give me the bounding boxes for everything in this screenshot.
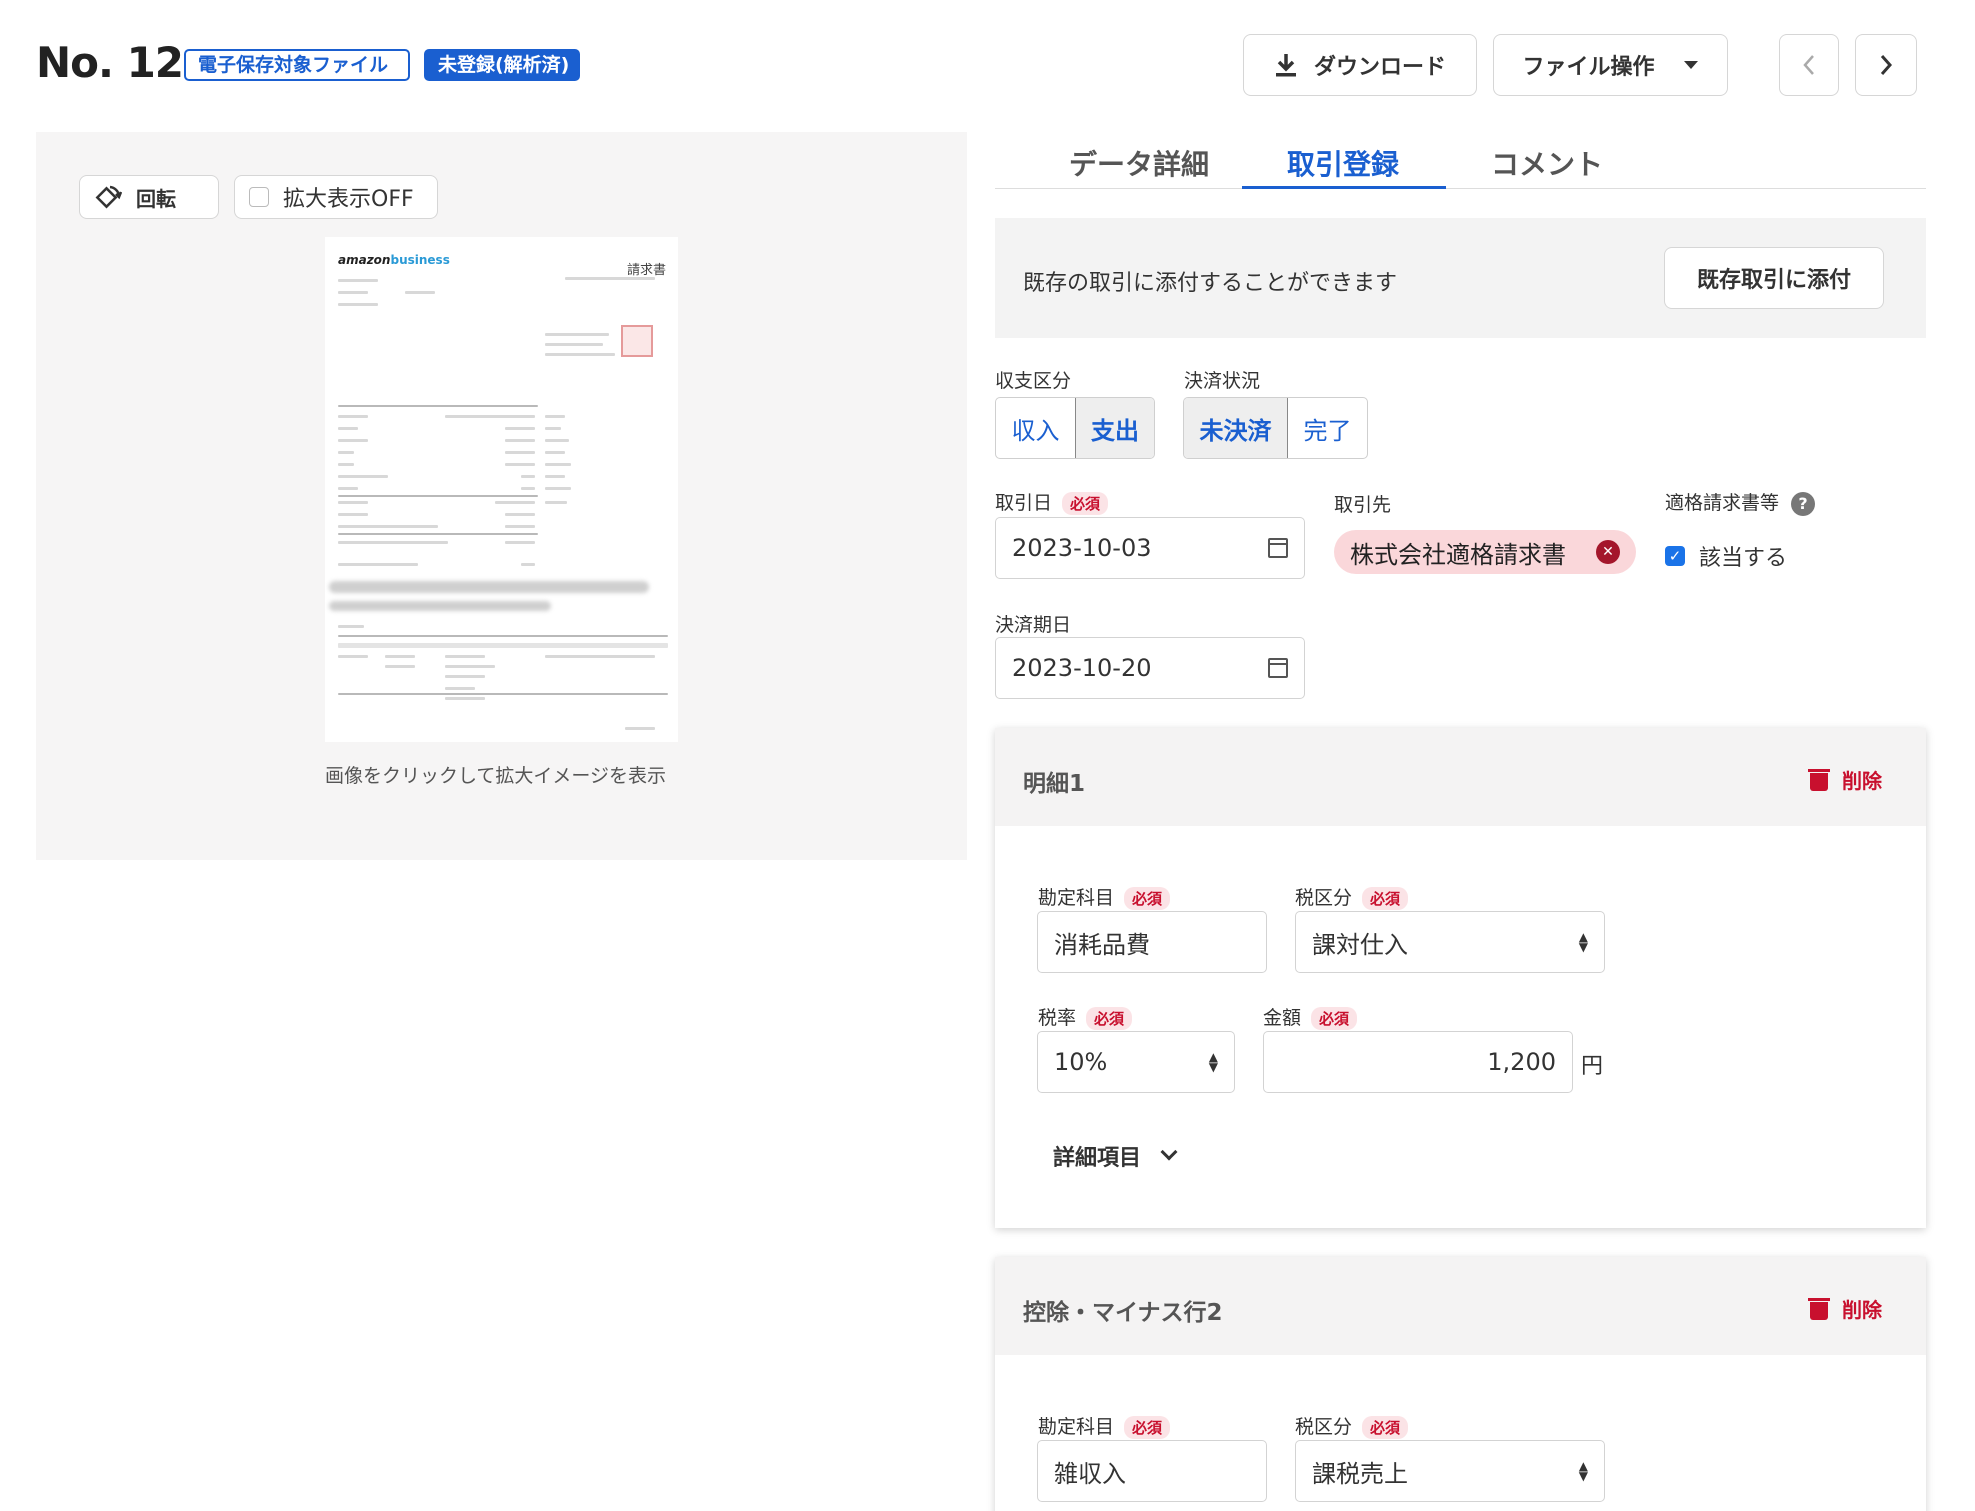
caret-down-icon bbox=[1683, 61, 1698, 69]
tab-data-details[interactable]: データ詳細 bbox=[1069, 143, 1209, 183]
transaction-date-input[interactable]: 2023-10-03 bbox=[995, 517, 1305, 579]
rotate-button[interactable]: 回転 bbox=[79, 175, 219, 219]
account-input[interactable]: 消耗品費 bbox=[1037, 911, 1267, 973]
status-badge: 未登録(解析済) bbox=[424, 49, 580, 81]
chevron-right-icon bbox=[1880, 55, 1893, 75]
zoom-label: 拡大表示OFF bbox=[283, 187, 414, 212]
chevron-left-icon bbox=[1803, 55, 1814, 75]
deduction-line-card: 控除・マイナス行2 削除 勘定科目 必須 雑収入 税区分 必須 課税売上 ▲ ▼ bbox=[995, 1257, 1926, 1511]
required-badge: 必須 bbox=[1362, 887, 1409, 910]
account-value: 雑収入 bbox=[1054, 1459, 1126, 1488]
help-icon[interactable]: ? bbox=[1791, 491, 1816, 516]
line-item-title: 明細1 bbox=[1023, 771, 1086, 797]
page-title: No. 12 bbox=[36, 38, 184, 87]
amount-input[interactable]: 1,200 bbox=[1263, 1031, 1573, 1093]
partner-chip[interactable]: 株式会社適格請求書 ✕ bbox=[1334, 530, 1636, 574]
status-done-option[interactable]: 完了 bbox=[1288, 398, 1367, 458]
next-file-button[interactable] bbox=[1855, 34, 1917, 96]
select-arrows-icon: ▲ ▼ bbox=[1208, 1050, 1218, 1074]
account-input[interactable]: 雑収入 bbox=[1037, 1440, 1267, 1502]
electronic-storage-badge: 電子保存対象ファイル bbox=[184, 49, 410, 81]
tax-category-value: 課対仕入 bbox=[1312, 930, 1408, 959]
invoice-checkbox-row[interactable]: ✓ 該当する bbox=[1665, 540, 1787, 572]
previous-file-button[interactable] bbox=[1779, 34, 1839, 96]
invoice-checkbox[interactable]: ✓ bbox=[1665, 546, 1685, 566]
required-badge: 必須 bbox=[1062, 492, 1109, 515]
required-badge: 必須 bbox=[1124, 1416, 1171, 1439]
line-item-header bbox=[995, 728, 1926, 826]
tab-transaction-registration[interactable]: 取引登録 bbox=[1287, 143, 1399, 183]
account-label: 勘定科目 必須 bbox=[1038, 883, 1171, 910]
required-badge: 必須 bbox=[1311, 1007, 1358, 1030]
status-unpaid-option[interactable]: 未決済 bbox=[1184, 398, 1288, 458]
tax-category-select[interactable]: 課対仕入 ▲ ▼ bbox=[1295, 911, 1605, 973]
kind-income-option[interactable]: 収入 bbox=[996, 398, 1075, 458]
amount-label: 金額 必須 bbox=[1263, 1003, 1358, 1030]
delete-line-item-button[interactable]: 削除 bbox=[1808, 1294, 1882, 1323]
line-item-card: 明細1 削除 勘定科目 必須 消耗品費 税区分 必須 課対仕入 ▲ ▼ 税率 必須 10… bbox=[995, 728, 1926, 1228]
tax-rate-select[interactable]: 10% ▲ ▼ bbox=[1037, 1031, 1235, 1093]
trash-icon bbox=[1808, 1297, 1830, 1320]
file-operations-label: ファイル操作 bbox=[1522, 55, 1655, 80]
tax-category-value: 課税売上 bbox=[1312, 1459, 1408, 1488]
rotate-label: 回転 bbox=[136, 186, 176, 211]
file-operations-dropdown[interactable]: ファイル操作 bbox=[1493, 34, 1728, 96]
remove-partner-icon[interactable]: ✕ bbox=[1596, 540, 1620, 564]
tab-comments[interactable]: コメント bbox=[1491, 143, 1603, 183]
download-icon bbox=[1275, 54, 1296, 77]
tax-rate-label: 税率 必須 bbox=[1038, 1003, 1133, 1030]
account-value: 消耗品費 bbox=[1054, 930, 1150, 959]
preview-caption: 画像をクリックして拡大イメージを表示 bbox=[325, 765, 667, 787]
required-badge: 必須 bbox=[1086, 1007, 1133, 1030]
line-item-title: 控除・マイナス行2 bbox=[1023, 1300, 1223, 1326]
invoice-label: 適格請求書等? bbox=[1665, 488, 1816, 516]
document-logo: amazonbusiness bbox=[338, 253, 450, 267]
detail-items-label: 詳細項目 bbox=[1053, 1146, 1142, 1171]
invoice-thumbnail[interactable]: amazonbusiness 請求書 bbox=[325, 237, 678, 742]
amount-value: 1,200 bbox=[1487, 1048, 1556, 1076]
partner-value: 株式会社適格請求書 bbox=[1350, 540, 1566, 569]
required-badge: 必須 bbox=[1124, 887, 1171, 910]
delete-label: 削除 bbox=[1842, 1298, 1882, 1322]
calendar-icon[interactable] bbox=[1268, 658, 1288, 678]
rotate-icon bbox=[95, 185, 122, 209]
zoom-checkbox[interactable] bbox=[249, 187, 269, 207]
status-segmented-control[interactable]: 未決済 完了 bbox=[1183, 397, 1368, 459]
partner-label: 取引先 bbox=[1334, 494, 1392, 516]
status-label: 決済状況 bbox=[1184, 370, 1261, 392]
select-arrows-icon: ▲ ▼ bbox=[1578, 930, 1588, 954]
attach-description: 既存の取引に添付することができます bbox=[1023, 271, 1398, 296]
transaction-date-label: 取引日 必須 bbox=[995, 488, 1109, 515]
due-date-input[interactable]: 2023-10-20 bbox=[995, 637, 1305, 699]
due-date-value: 2023-10-20 bbox=[1012, 654, 1152, 682]
chevron-down-icon bbox=[1160, 1143, 1178, 1161]
delete-line-item-button[interactable]: 削除 bbox=[1808, 765, 1882, 794]
kind-segmented-control[interactable]: 収入 支出 bbox=[995, 397, 1155, 459]
tax-category-label: 税区分 必須 bbox=[1295, 883, 1409, 910]
currency-unit: 円 bbox=[1581, 1054, 1604, 1079]
trash-icon bbox=[1808, 768, 1830, 791]
select-arrows-icon: ▲ ▼ bbox=[1578, 1459, 1588, 1483]
zoom-toggle[interactable]: 拡大表示OFF bbox=[234, 175, 438, 219]
kind-expense-option[interactable]: 支出 bbox=[1075, 398, 1154, 458]
tax-category-label: 税区分 必須 bbox=[1295, 1412, 1409, 1439]
tab-divider bbox=[995, 188, 1926, 189]
delete-label: 削除 bbox=[1842, 769, 1882, 793]
transaction-date-value: 2023-10-03 bbox=[1012, 534, 1152, 562]
invoice-checkbox-label: 該当する bbox=[1699, 546, 1788, 571]
calendar-icon[interactable] bbox=[1268, 538, 1288, 558]
tax-rate-value: 10% bbox=[1054, 1048, 1108, 1076]
download-label: ダウンロード bbox=[1313, 55, 1446, 80]
tax-category-select[interactable]: 課税売上 ▲ ▼ bbox=[1295, 1440, 1605, 1502]
kind-label: 収支区分 bbox=[995, 370, 1072, 392]
document-heading: 請求書 bbox=[626, 263, 666, 278]
active-tab-indicator bbox=[1242, 186, 1446, 189]
detail-items-toggle[interactable]: 詳細項目 bbox=[1053, 1140, 1178, 1172]
download-button[interactable]: ダウンロード bbox=[1243, 34, 1477, 96]
attach-existing-button[interactable]: 既存取引に添付 bbox=[1664, 247, 1884, 309]
seal-stamp bbox=[621, 325, 653, 357]
required-badge: 必須 bbox=[1362, 1416, 1409, 1439]
account-label: 勘定科目 必須 bbox=[1038, 1412, 1171, 1439]
due-date-label: 決済期日 bbox=[995, 614, 1072, 636]
